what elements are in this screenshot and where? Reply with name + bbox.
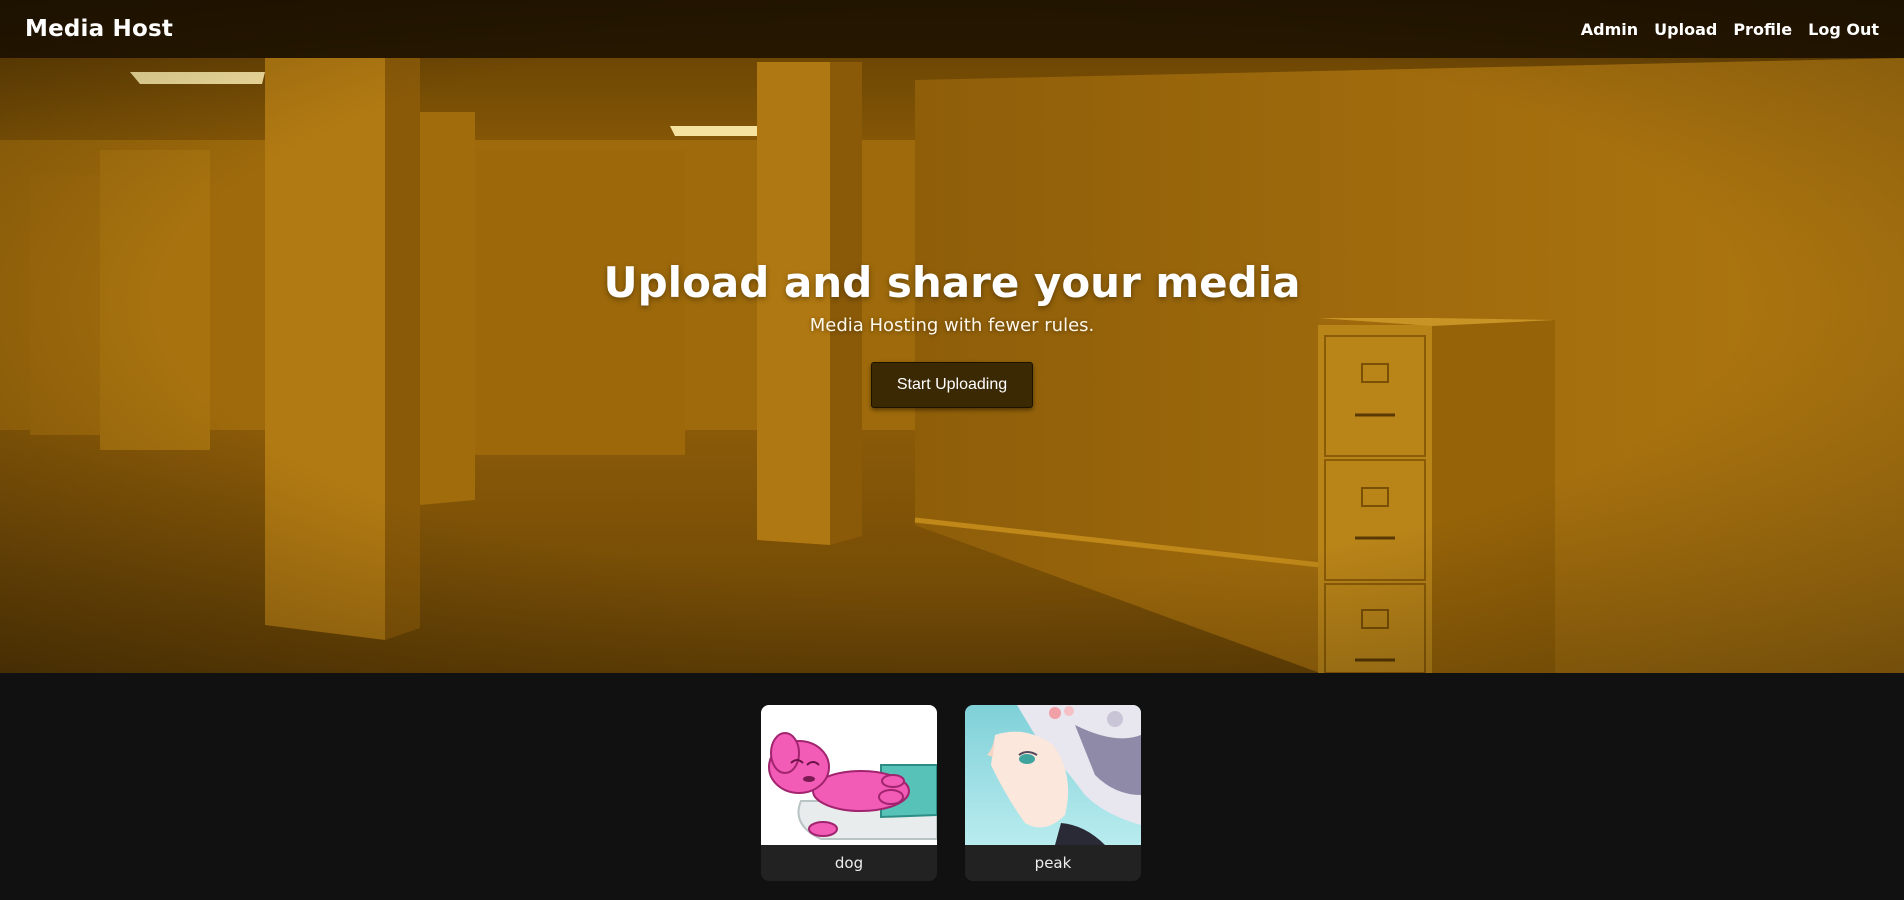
nav-link-upload[interactable]: Upload bbox=[1654, 20, 1717, 39]
hero-content: Upload and share your media Media Hostin… bbox=[0, 258, 1904, 408]
hero-title: Upload and share your media bbox=[603, 258, 1301, 307]
media-card-label: peak bbox=[1034, 854, 1072, 872]
dog-thumbnail-image bbox=[761, 705, 937, 845]
nav-link-admin[interactable]: Admin bbox=[1581, 20, 1638, 39]
start-uploading-button[interactable]: Start Uploading bbox=[871, 362, 1033, 408]
brand-logo-link[interactable]: Media Host bbox=[25, 16, 173, 42]
media-card-label: dog bbox=[834, 854, 864, 872]
hero-subtitle: Media Hosting with fewer rules. bbox=[809, 315, 1095, 336]
nav-links: Admin Upload Profile Log Out bbox=[1581, 20, 1879, 39]
hero-section: Upload and share your media Media Hostin… bbox=[0, 0, 1904, 673]
nav-link-profile[interactable]: Profile bbox=[1733, 20, 1792, 39]
top-navbar: Media Host Admin Upload Profile Log Out bbox=[0, 0, 1904, 58]
media-card-dog[interactable]: dog bbox=[761, 705, 937, 881]
nav-link-log-out[interactable]: Log Out bbox=[1808, 20, 1879, 39]
media-gallery: dog peak bbox=[0, 673, 1904, 900]
peak-thumbnail-image bbox=[965, 705, 1141, 845]
media-card-peak[interactable]: peak bbox=[965, 705, 1141, 881]
